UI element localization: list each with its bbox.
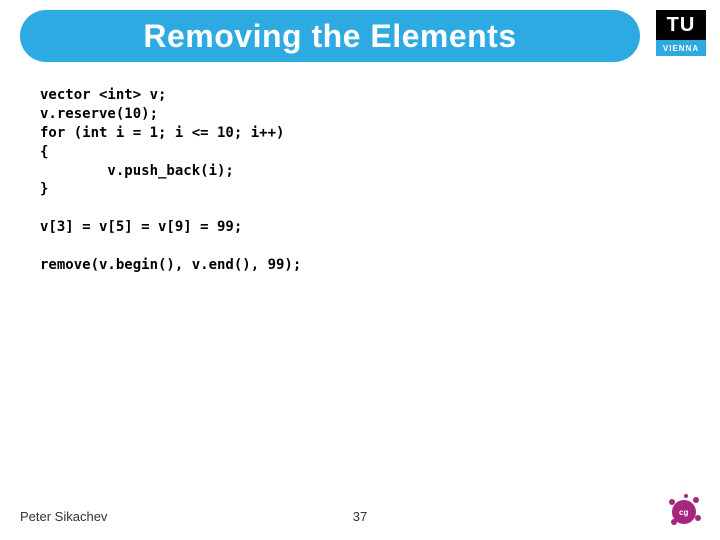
code-line: remove(v.begin(), v.end(), 99); <box>40 257 301 273</box>
code-block: vector <int> v; v.reserve(10); for (int … <box>40 86 301 275</box>
slide: Removing the Elements TU VIENNA vector <… <box>0 0 720 540</box>
page-number: 37 <box>0 509 720 524</box>
code-line: vector <int> v; <box>40 87 166 103</box>
institute-logo-icon: cg <box>664 490 704 530</box>
code-line: v[3] = v[5] = v[9] = 99; <box>40 219 242 235</box>
institute-logo-text: cg <box>679 508 688 517</box>
logo-top-text: TU <box>656 10 706 40</box>
title-bar: Removing the Elements <box>20 10 640 62</box>
code-line: v.reserve(10); <box>40 106 158 122</box>
code-line: { <box>40 144 48 160</box>
tu-vienna-logo: TU VIENNA <box>656 10 706 60</box>
code-line: } <box>40 181 48 197</box>
code-line: v.push_back(i); <box>40 163 234 179</box>
code-line: for (int i = 1; i <= 10; i++) <box>40 125 284 141</box>
logo-bottom-text: VIENNA <box>656 40 706 56</box>
slide-title: Removing the Elements <box>143 18 516 55</box>
